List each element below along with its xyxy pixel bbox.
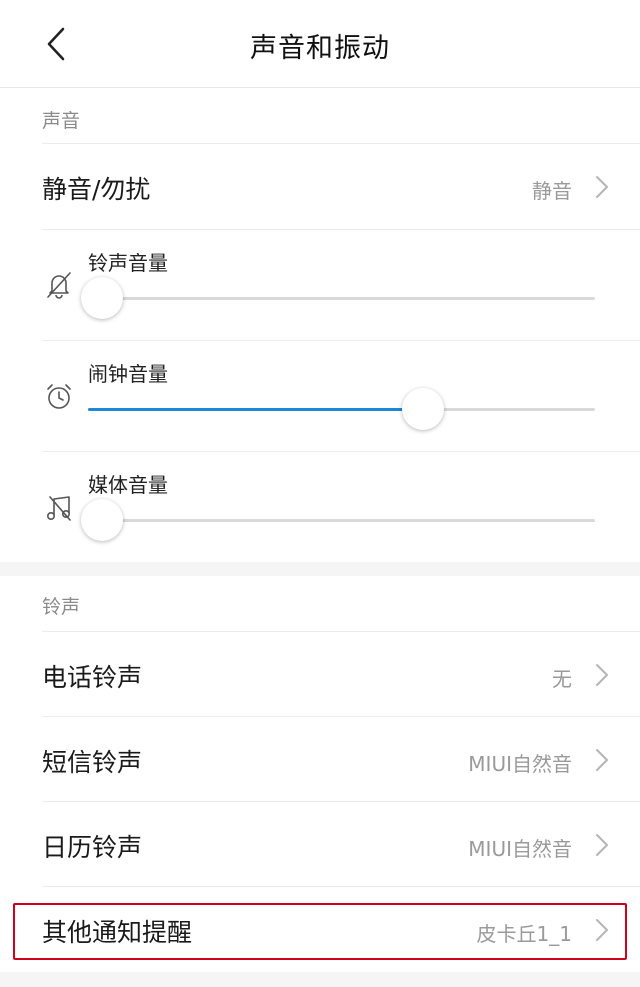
alarm-volume-thumb[interactable] [401, 388, 444, 430]
alarm-volume-label: 闹钟音量 [88, 362, 168, 386]
phone-ringtone-value: 无 [552, 667, 572, 691]
media-volume-thumb[interactable] [81, 499, 123, 541]
chevron-right-icon [596, 664, 608, 686]
section-label-ringtone: 铃声 [42, 596, 81, 618]
alarm-volume-row: 闹钟音量 [0, 341, 640, 451]
sms-ringtone-value: MIUI自然音 [468, 752, 572, 776]
phone-ringtone-label: 电话铃声 [42, 663, 143, 692]
media-volume-row: 媒体音量 [0, 452, 640, 562]
sms-ringtone-label: 短信铃声 [42, 748, 143, 777]
chevron-right-icon [596, 749, 608, 771]
top-bar: 声音和振动 [0, 0, 640, 88]
ring-volume-row: 铃声音量 [0, 230, 640, 340]
media-volume-label: 媒体音量 [88, 473, 168, 497]
ring-volume-thumb[interactable] [81, 277, 123, 319]
chevron-right-icon [596, 176, 608, 198]
highlight-box [13, 903, 627, 960]
calendar-ringtone-value: MIUI自然音 [468, 837, 572, 861]
page-title: 声音和振动 [250, 33, 390, 64]
slider-fill [88, 408, 423, 411]
calendar-ringtone-row[interactable]: 日历铃声 MIUI自然音 [0, 802, 640, 887]
mute-dnd-row[interactable]: 静音/勿扰 静音 [0, 144, 640, 229]
mute-dnd-label: 静音/勿扰 [42, 175, 151, 204]
phone-ringtone-row[interactable]: 电话铃声 无 [0, 632, 640, 717]
media-volume-slider[interactable] [88, 519, 595, 522]
section-label-sound: 声音 [42, 110, 81, 132]
ring-volume-label: 铃声音量 [88, 251, 168, 275]
mute-dnd-value: 静音 [532, 179, 572, 203]
music-note-icon [46, 496, 71, 521]
section-gap [0, 562, 640, 576]
calendar-ringtone-label: 日历铃声 [42, 833, 143, 862]
bell-off-icon [47, 272, 71, 299]
alarm-volume-slider[interactable] [88, 408, 595, 411]
alarm-clock-icon [47, 384, 71, 409]
chevron-right-icon [596, 834, 608, 856]
bottom-gap [0, 972, 640, 987]
ring-volume-slider[interactable] [88, 297, 595, 300]
sms-ringtone-row[interactable]: 短信铃声 MIUI自然音 [0, 717, 640, 802]
